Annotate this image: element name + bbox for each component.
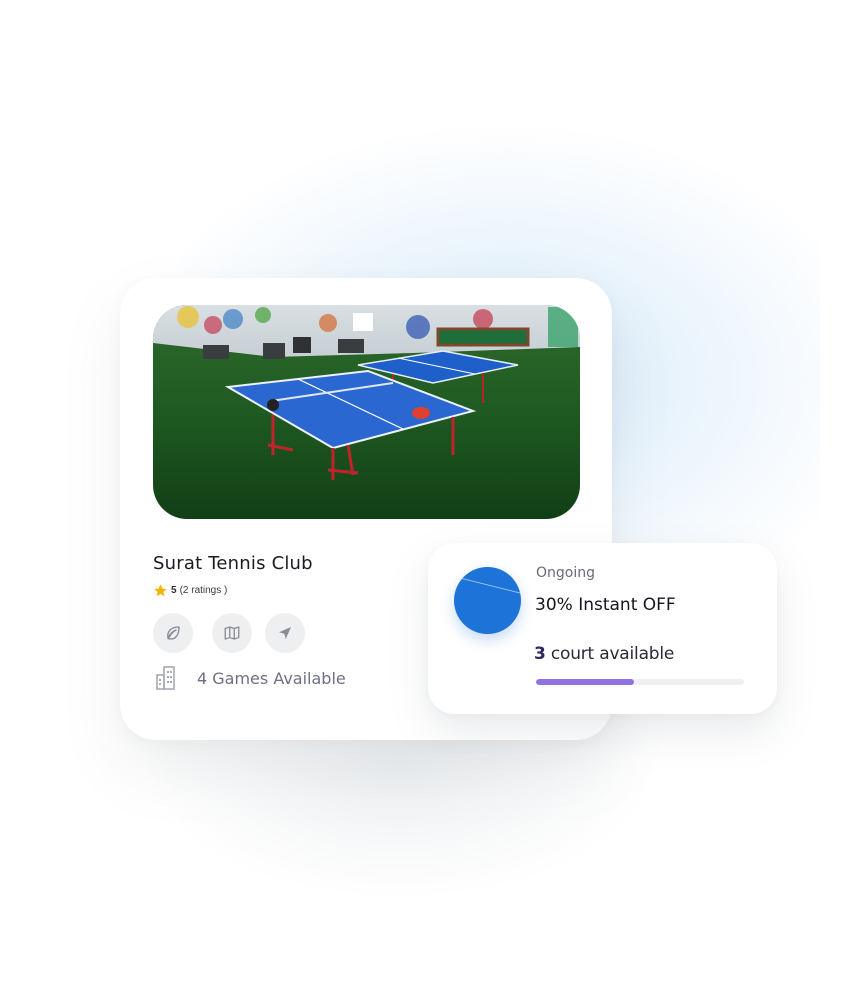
offer-card[interactable]: Ongoing 30% Instant OFF 3 court availabl… — [428, 543, 777, 714]
map-button[interactable] — [212, 613, 252, 653]
table-tennis-hall-image — [153, 305, 580, 519]
court-progress-fill — [536, 679, 634, 685]
court-count: 3 — [534, 644, 546, 664]
leaf-button[interactable] — [153, 613, 193, 653]
navigation-button[interactable] — [265, 613, 305, 653]
offer-badge — [454, 567, 521, 634]
star-icon — [154, 584, 167, 597]
rating-row: 5 (2 ratings ) — [153, 583, 227, 598]
court-availability: 3 court available — [534, 644, 674, 664]
court-label: court available — [545, 644, 675, 664]
games-available: 4 Games Available — [197, 668, 346, 688]
leaf-icon — [167, 626, 180, 640]
building-icon — [156, 666, 175, 690]
court-progress-bar — [536, 679, 744, 685]
games-row: 4 Games Available — [156, 666, 346, 690]
venue-name: Surat Tennis Club — [153, 553, 313, 574]
rating-value: 5 — [171, 585, 177, 596]
page-stage: Surat Tennis Club 5 (2 ratings ) 4 Games… — [0, 0, 846, 981]
rating-count: (2 ratings ) — [179, 585, 228, 596]
offer-status: Ongoing — [536, 565, 595, 581]
navigation-arrow-icon — [279, 627, 291, 639]
venue-photo — [153, 305, 580, 519]
offer-title: 30% Instant OFF — [535, 595, 676, 615]
map-icon — [224, 626, 240, 640]
